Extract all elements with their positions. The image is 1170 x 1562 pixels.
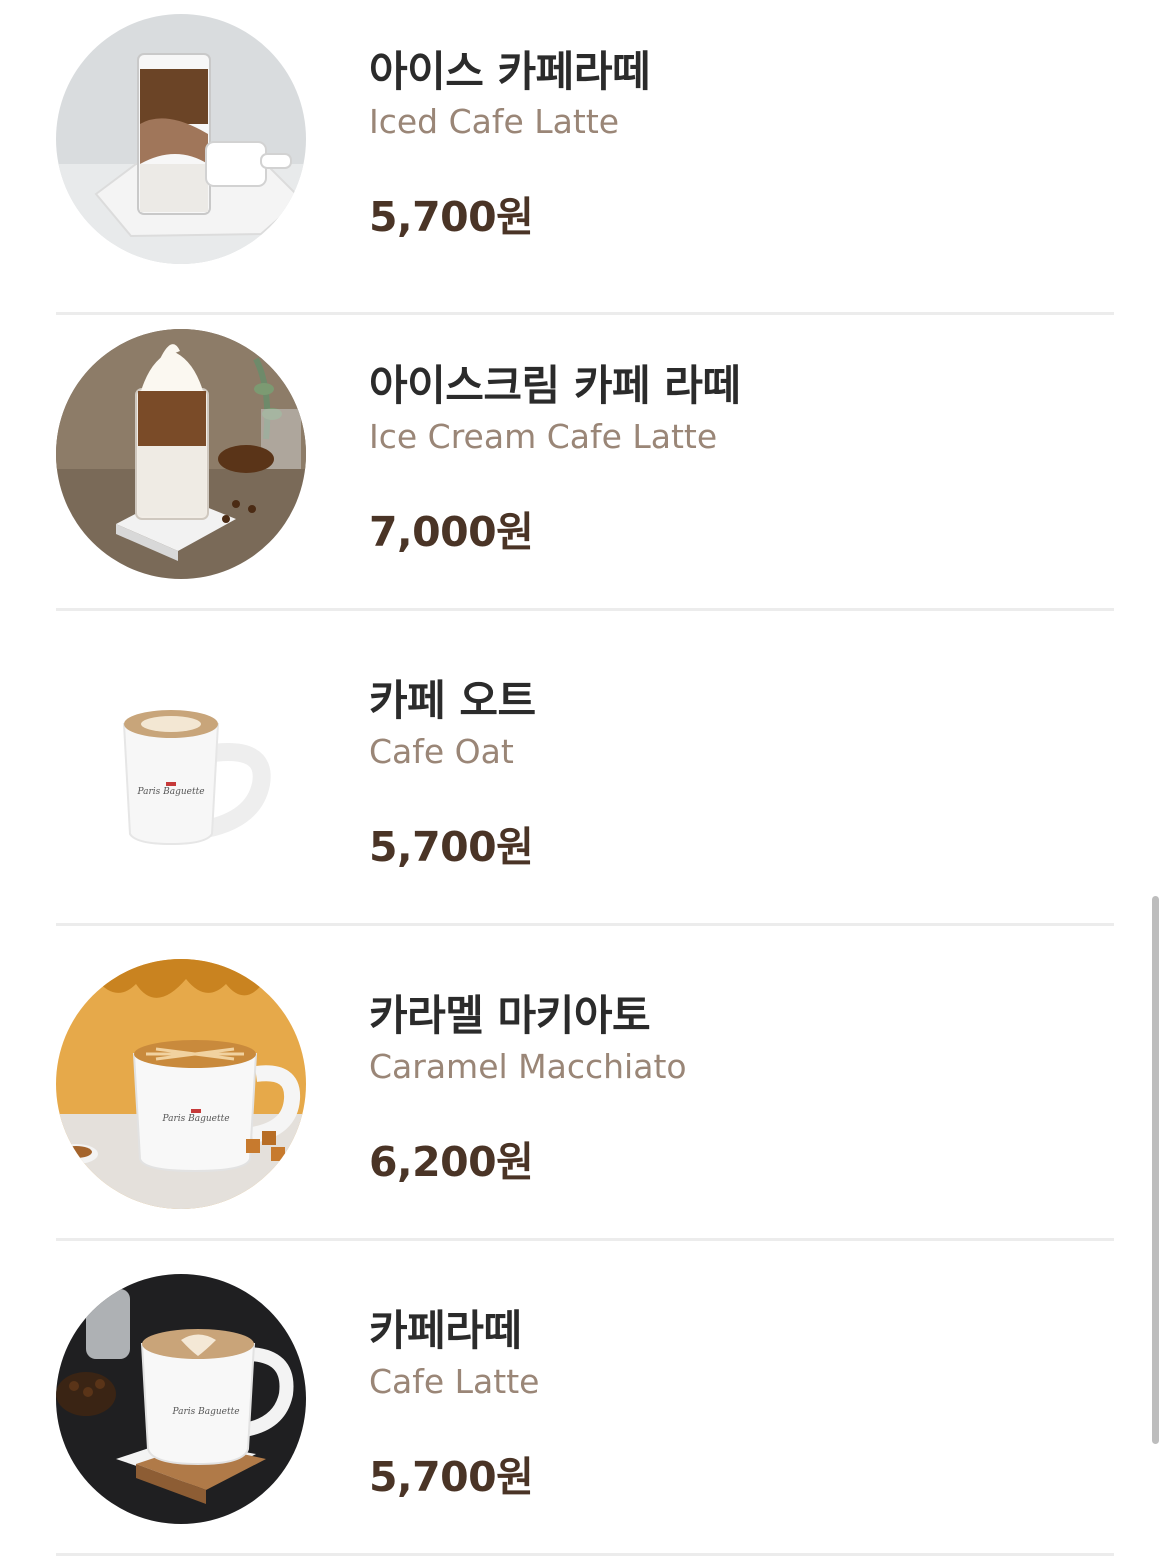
item-name-english: Ice Cream Cafe Latte xyxy=(369,417,718,456)
menu-item[interactable]: Paris Baguette 카페라떼 Cafe Latte 5,700원 xyxy=(56,1241,1114,1556)
item-name-korean: 아이스크림 카페 라떼 xyxy=(369,361,741,410)
item-price: 5,700원 xyxy=(369,823,534,871)
item-name-english: Caramel Macchiato xyxy=(369,1047,687,1086)
item-name-korean: 카라멜 마키아토 xyxy=(369,991,651,1040)
item-name-english: Cafe Latte xyxy=(369,1362,540,1401)
item-name-korean: 카페 오트 xyxy=(369,676,536,725)
item-name-english: Iced Cafe Latte xyxy=(369,102,620,141)
iced-latte-photo xyxy=(56,14,306,264)
cafe-oat-mug-photo: Paris Baguette xyxy=(56,644,306,894)
item-price: 5,700원 xyxy=(369,193,534,241)
item-name-korean: 카페라떼 xyxy=(369,1306,522,1355)
svg-text:Paris Baguette: Paris Baguette xyxy=(136,787,204,797)
cafe-latte-photo: Paris Baguette xyxy=(56,1274,306,1524)
caramel-macchiato-photo: Paris Baguette xyxy=(56,959,306,1209)
scrollbar[interactable] xyxy=(1152,896,1159,1444)
item-price: 6,200원 xyxy=(369,1138,534,1186)
menu-item[interactable]: 아이스크림 카페 라떼 Ice Cream Cafe Latte 7,000원 xyxy=(56,296,1114,611)
item-price: 5,700원 xyxy=(369,1453,534,1501)
item-price: 7,000원 xyxy=(369,508,534,556)
menu-item[interactable]: Paris Baguette 카라멜 마키아토 Caramel Macchiat… xyxy=(56,926,1114,1241)
svg-text:Paris Baguette: Paris Baguette xyxy=(171,1407,239,1417)
item-name-english: Cafe Oat xyxy=(369,732,514,771)
ice-cream-latte-photo xyxy=(56,329,306,579)
svg-text:Paris Baguette: Paris Baguette xyxy=(161,1114,229,1124)
item-name-korean: 아이스 카페라떼 xyxy=(369,47,651,96)
menu-item[interactable]: 아이스 카페라떼 Iced Cafe Latte 5,700원 xyxy=(56,0,1114,315)
menu-item[interactable]: Paris Baguette 카페 오트 Cafe Oat 5,700원 xyxy=(56,611,1114,926)
